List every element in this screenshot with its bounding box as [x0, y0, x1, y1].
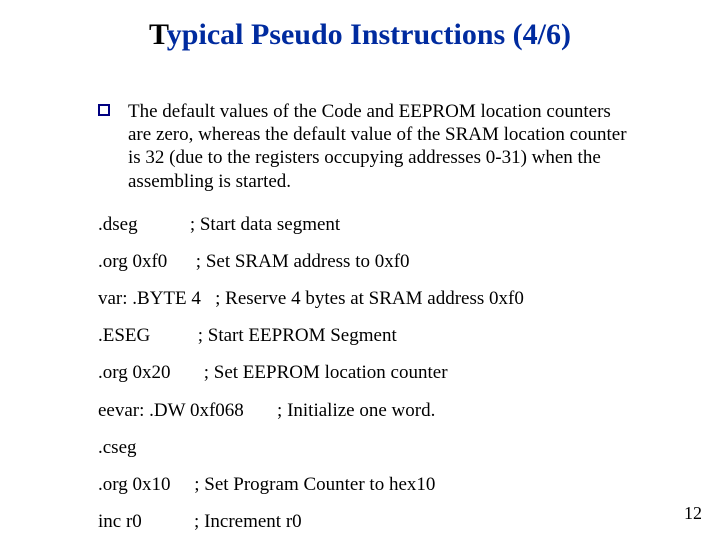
bullet-item: The default values of the Code and EEPRO…	[98, 100, 638, 193]
title-rest: ypical Pseudo Instructions (4/6)	[167, 18, 571, 51]
slide-content: The default values of the Code and EEPRO…	[98, 100, 638, 547]
code-line: .org 0x20 ; Set EEPROM location counter	[98, 361, 638, 384]
code-line: var: .BYTE 4 ; Reserve 4 bytes at SRAM a…	[98, 287, 638, 310]
slide: Typical Pseudo Instructions (4/6) The de…	[0, 0, 720, 540]
code-line: inc r0 ; Increment r0	[98, 510, 638, 533]
code-line: .dseg ; Start data segment	[98, 213, 638, 236]
code-line: eevar: .DW 0xf068 ; Initialize one word.	[98, 399, 638, 422]
bullet-icon	[98, 104, 110, 116]
page-number: 12	[684, 503, 702, 524]
code-line: .org 0xf0 ; Set SRAM address to 0xf0	[98, 250, 638, 273]
code-line: .cseg	[98, 436, 638, 459]
bullet-text: The default values of the Code and EEPRO…	[128, 100, 638, 193]
title-prefix: T	[149, 18, 167, 51]
slide-title: Typical Pseudo Instructions (4/6)	[0, 18, 720, 52]
code-line: .ESEG ; Start EEPROM Segment	[98, 324, 638, 347]
code-line: .org 0x10 ; Set Program Counter to hex10	[98, 473, 638, 496]
